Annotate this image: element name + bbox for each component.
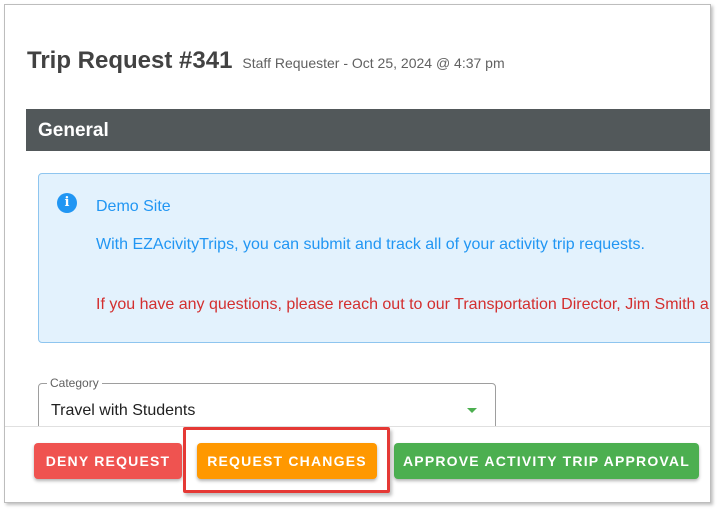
alert-contact-message: If you have any questions, please reach … bbox=[96, 296, 709, 313]
deny-request-button[interactable]: DENY REQUEST bbox=[34, 443, 182, 479]
page-subtitle: Staff Requester - Oct 25, 2024 @ 4:37 pm bbox=[242, 55, 505, 71]
section-header-general: General bbox=[26, 109, 710, 151]
page-header: Trip Request #341 Staff Requester - Oct … bbox=[27, 47, 505, 75]
request-changes-button[interactable]: REQUEST CHANGES bbox=[197, 443, 377, 479]
trip-request-panel: Trip Request #341 Staff Requester - Oct … bbox=[4, 4, 711, 503]
page-title: Trip Request #341 bbox=[27, 47, 233, 74]
approve-trip-button[interactable]: APPROVE ACTIVITY TRIP APPROVAL bbox=[394, 443, 699, 479]
action-footer: DENY REQUEST REQUEST CHANGES APPROVE ACT… bbox=[5, 426, 710, 502]
alert-title: Demo Site bbox=[96, 198, 171, 215]
alert-message: With EZAcivityTrips, you can submit and … bbox=[96, 236, 645, 253]
info-icon: i bbox=[57, 193, 77, 213]
chevron-down-icon[interactable] bbox=[467, 408, 477, 413]
section-title: General bbox=[38, 120, 109, 141]
category-value: Travel with Students bbox=[51, 402, 196, 419]
info-alert: i Demo Site With EZAcivityTrips, you can… bbox=[38, 173, 710, 343]
category-label: Category bbox=[47, 376, 102, 390]
